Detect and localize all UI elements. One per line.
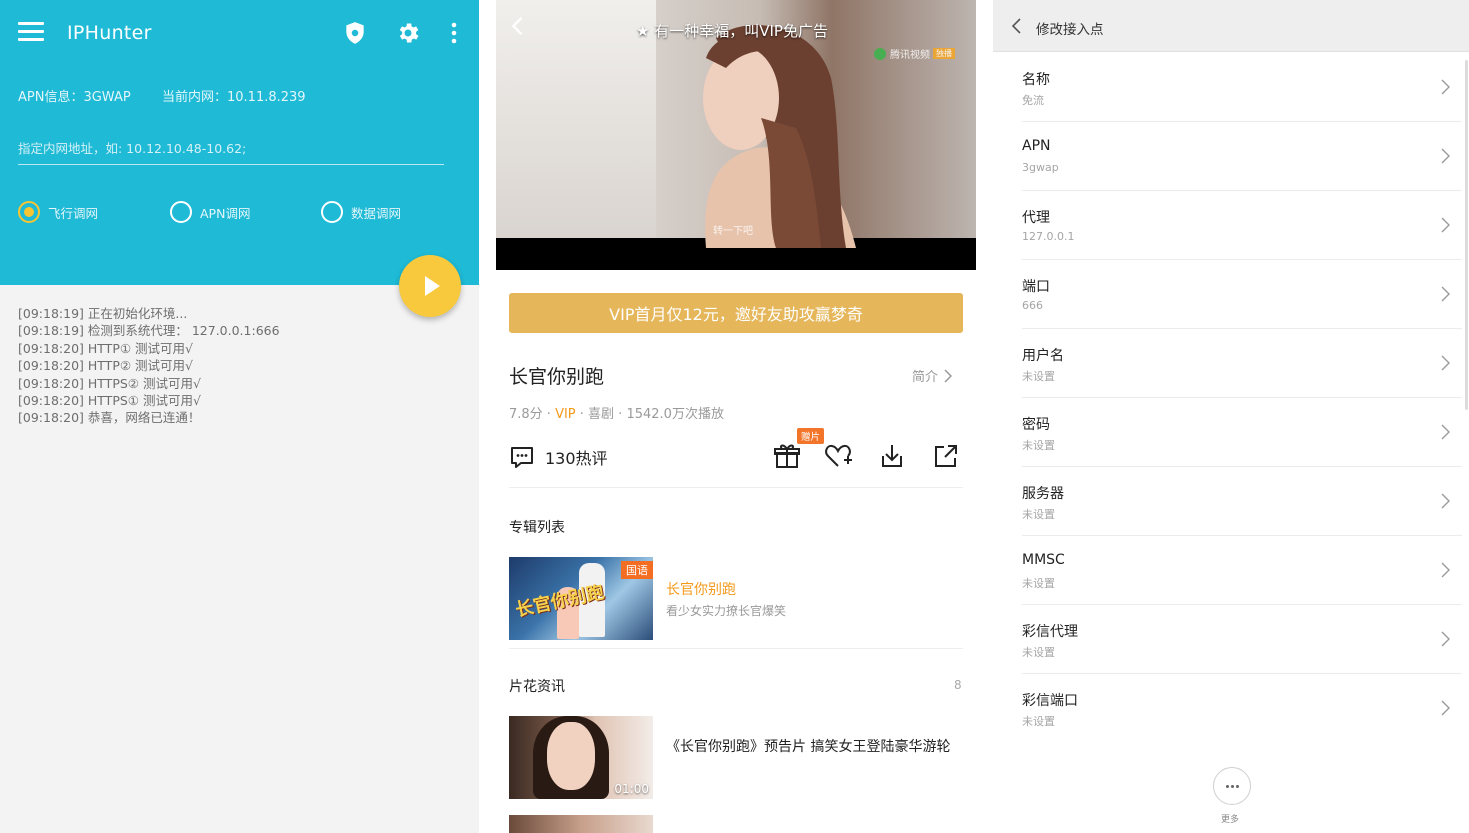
chevron-right-icon xyxy=(1441,217,1450,233)
start-play-button[interactable] xyxy=(399,255,461,317)
apn-field-mms-port[interactable]: 彩信端口 未设置 xyxy=(1022,674,1462,743)
log-line: [09:18:20] HTTPS② 测试可用√ xyxy=(18,375,201,391)
log-line: [09:18:20] HTTP② 测试可用√ xyxy=(18,358,194,374)
video-detail-screen: ★ 有一种幸福，叫VIP免广告 腾讯视频 独播 转一下吧 VIP首月仅12元，邀… xyxy=(496,0,976,833)
clip-thumbnail[interactable] xyxy=(509,815,653,833)
log-line: [09:18:19] 检测到系统代理： 127.0.0.1:666 xyxy=(18,323,280,339)
log-line: [09:18:19] 正在初始化环境... xyxy=(18,306,188,321)
divider xyxy=(509,487,963,488)
clips-count[interactable]: 8 xyxy=(954,678,962,692)
radio-label: APN调网 xyxy=(200,205,251,221)
radio-circle xyxy=(18,201,40,223)
log-output: [09:18:19] 正在初始化环境... [09:18:19] 检测到系统代理… xyxy=(18,305,280,427)
apn-field-name[interactable]: 名称 免流 xyxy=(1022,53,1462,122)
apn-header: 修改接入点 xyxy=(993,0,1469,52)
app-title: IPHunter xyxy=(67,22,152,44)
chevron-right-icon xyxy=(1441,424,1450,440)
logo-icon xyxy=(874,47,886,60)
more-vert-icon[interactable] xyxy=(445,20,463,46)
screenshot-collage: IPHunter APN信息：3GWAP 当前内网：10.11.8.239 飞行… xyxy=(0,0,1469,833)
log-line: [09:18:20] 恭喜，网络已连通！ xyxy=(18,410,201,426)
chevron-right-icon xyxy=(1441,700,1450,716)
radio-circle xyxy=(170,201,192,223)
video-title: 长官你别跑 xyxy=(509,366,605,388)
apn-field-proxy[interactable]: 代理 127.0.0.1 xyxy=(1022,191,1462,260)
album-item[interactable]: 长官你别跑 国语 长官你别跑 看少女实力撩长官爆笑 xyxy=(509,557,963,641)
clip-title[interactable]: 《长官你别跑》预告片 搞笑女王登陆豪华游轮 xyxy=(666,736,961,759)
apn-edit-screen: 修改接入点 名称 免流 APN 3gwap 代理 127.0.0.1 端口 66… xyxy=(993,0,1469,833)
divider xyxy=(509,648,963,649)
radio-label: 飞行调网 xyxy=(48,205,99,221)
intro-link[interactable]: 简介 xyxy=(912,366,953,385)
chevron-right-icon xyxy=(1441,562,1450,578)
comments-button[interactable]: 130热评 xyxy=(509,444,608,470)
log-line: [09:18:20] HTTP① 测试可用√ xyxy=(18,340,194,356)
clips-section-title: 片花资讯 xyxy=(509,679,565,695)
menu-icon[interactable] xyxy=(18,22,44,44)
chevron-right-icon xyxy=(1441,286,1450,302)
current-ip: 当前内网：10.11.8.239 xyxy=(162,90,306,105)
chevron-right-icon xyxy=(1441,493,1450,509)
vip-no-ads-text: ★ 有一种幸福，叫VIP免广告 xyxy=(636,22,828,40)
gear-icon[interactable] xyxy=(395,20,421,46)
clip-thumbnail[interactable]: 01:00 xyxy=(509,716,653,799)
chevron-right-icon xyxy=(944,368,953,383)
shield-icon[interactable] xyxy=(342,20,368,46)
comment-icon xyxy=(511,447,533,468)
action-bar: 130热评 赠片 xyxy=(509,428,963,474)
comment-count: 130热评 xyxy=(545,449,608,468)
apn-field-mmsc[interactable]: MMSC 未设置 xyxy=(1022,536,1462,605)
gift-icon[interactable] xyxy=(773,442,801,470)
apn-field-password[interactable]: 密码 未设置 xyxy=(1022,398,1462,467)
chevron-right-icon xyxy=(1441,79,1450,95)
apn-field-mms-proxy[interactable]: 彩信代理 未设置 xyxy=(1022,605,1462,674)
apn-field-username[interactable]: 用户名 未设置 xyxy=(1022,329,1462,398)
gift-badge: 赠片 xyxy=(797,428,825,444)
log-line: [09:18:20] HTTPS① 测试可用√ xyxy=(18,393,201,409)
chevron-right-icon xyxy=(1441,631,1450,647)
chevron-right-icon xyxy=(1441,148,1450,164)
back-arrow-icon[interactable] xyxy=(504,12,532,40)
radio-circle xyxy=(321,201,343,223)
video-meta: 7.8分 · VIP · 喜剧 · 1542.0万次播放 xyxy=(509,407,724,422)
page-title: 修改接入点 xyxy=(1036,22,1104,38)
clip-item[interactable]: 01:00 《长官你别跑》预告片 搞笑女王登陆豪华游轮 xyxy=(509,716,963,800)
download-icon[interactable] xyxy=(878,442,906,470)
iphunter-header: IPHunter APN信息：3GWAP 当前内网：10.11.8.239 飞行… xyxy=(0,0,479,285)
apn-field-apn[interactable]: APN 3gwap xyxy=(1022,122,1462,191)
album-thumbnail[interactable]: 长官你别跑 国语 xyxy=(509,557,653,640)
language-tag: 国语 xyxy=(621,561,653,579)
share-icon[interactable] xyxy=(932,442,960,470)
radio-label: 数据调网 xyxy=(351,205,402,221)
clip-duration: 01:00 xyxy=(614,782,649,796)
radio-apn-mode[interactable]: APN调网 xyxy=(170,201,250,223)
more-label: 更多 xyxy=(1221,815,1240,825)
more-button[interactable] xyxy=(1213,767,1251,805)
video-still-image xyxy=(703,25,856,248)
album-name[interactable]: 长官你别跑 xyxy=(666,579,736,599)
chevron-right-icon xyxy=(1441,355,1450,371)
apn-field-port[interactable]: 端口 666 xyxy=(1022,260,1462,329)
vip-promo-banner[interactable]: VIP首月仅12元，邀好友助攻赢梦奇 xyxy=(509,293,963,333)
favorite-add-icon[interactable] xyxy=(824,442,852,470)
video-player[interactable]: ★ 有一种幸福，叫VIP免广告 腾讯视频 独播 转一下吧 xyxy=(496,0,976,270)
back-arrow-icon[interactable] xyxy=(1007,16,1027,36)
radio-data-mode[interactable]: 数据调网 xyxy=(321,201,401,223)
iphunter-screen: IPHunter APN信息：3GWAP 当前内网：10.11.8.239 飞行… xyxy=(0,0,479,833)
apn-field-server[interactable]: 服务器 未设置 xyxy=(1022,467,1462,536)
radio-airplane-mode[interactable]: 飞行调网 xyxy=(18,201,98,223)
album-description: 看少女实力撩长官爆笑 xyxy=(666,604,787,618)
tencent-video-logo: 腾讯视频 独播 xyxy=(874,46,955,61)
apn-info: APN信息：3GWAP xyxy=(18,90,131,105)
album-section-title: 专辑列表 xyxy=(509,520,565,536)
ip-range-input[interactable] xyxy=(18,133,444,165)
video-subtitle: 转一下吧 xyxy=(713,226,753,237)
scrollbar[interactable] xyxy=(1465,60,1468,410)
